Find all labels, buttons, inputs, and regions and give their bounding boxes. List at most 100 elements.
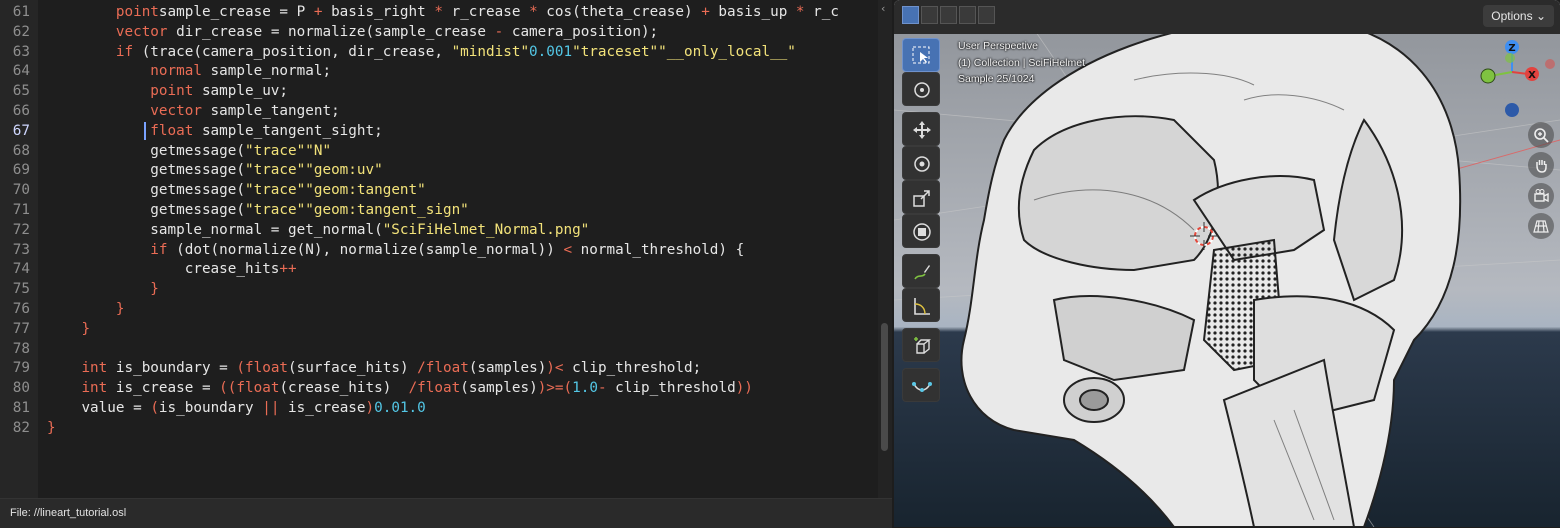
chevron-down-icon: ⌄ [1535, 9, 1546, 23]
code-token: if [150, 241, 168, 258]
code-token: (surface_hits) [288, 360, 418, 377]
code-token: ( [236, 360, 245, 377]
code-text: float sample_tangent_sight; [47, 122, 382, 142]
line-number: 65 [12, 83, 30, 100]
cursor-tool-button[interactable] [902, 72, 940, 106]
grid-icon [1533, 220, 1549, 233]
code-token: getmessage( [150, 162, 245, 179]
camera-view-button[interactable] [1528, 183, 1554, 209]
code-line[interactable]: 67 float sample_tangent_sight; [0, 122, 878, 142]
code-token: clip_threshold; [563, 360, 702, 377]
code-token: sample_uv; [193, 83, 289, 100]
line-number: 78 [12, 340, 30, 357]
code-token: normal [150, 63, 202, 80]
options-label: Options [1491, 9, 1533, 23]
code-token: is_boundary = [107, 360, 237, 377]
transform-icon [913, 223, 931, 241]
selection-mode-buttons [902, 6, 995, 26]
zoom-view-button[interactable] [1528, 122, 1554, 148]
code-line[interactable]: 78 [0, 340, 878, 360]
code-token: if [115, 43, 134, 60]
code-token: getmessage( [150, 202, 245, 218]
code-line[interactable]: 64 normal sample_normal; [0, 62, 878, 82]
pan-view-button[interactable] [1528, 152, 1554, 178]
scrollbar-thumb[interactable] [881, 323, 888, 451]
code-token: sample_crease = P [158, 4, 314, 20]
code-token: r_c [804, 4, 839, 20]
code-text: } [47, 320, 90, 340]
code-text: } [47, 280, 159, 300]
code-line[interactable]: 66 vector sample_tangent; [0, 102, 878, 122]
vertical-scrollbar[interactable] [878, 0, 892, 498]
code-token: sample_normal = get_normal( [150, 221, 383, 238]
select-intersect-icon[interactable] [978, 6, 995, 24]
code-token: / [408, 380, 418, 397]
code-token: "trace" [244, 142, 306, 159]
status-bar: File: //lineart_tutorial.osl [0, 498, 892, 528]
code-line[interactable]: 61 pointsample_crease = P + basis_right … [0, 3, 878, 23]
code-text: int is_crease = ((float(crease_hits) /fl… [47, 379, 753, 399]
code-line[interactable]: 82} [0, 419, 878, 439]
navigation-gizmo[interactable]: Z X [1466, 36, 1558, 128]
line-number: 66 [12, 103, 30, 119]
code-line[interactable]: 74 crease_hits++ [0, 260, 878, 280]
options-dropdown[interactable]: Options ⌄ [1483, 5, 1554, 27]
code-line[interactable]: 72 sample_normal = get_normal("SciFiHelm… [0, 221, 878, 241]
code-line[interactable]: 80 int is_crease = ((float(crease_hits) … [0, 379, 878, 399]
code-line[interactable]: 65 point sample_uv; [0, 82, 878, 102]
camera-icon [1534, 189, 1549, 203]
code-token: ) [546, 360, 555, 377]
line-number: 68 [12, 142, 30, 159]
move-tool-button[interactable] [902, 112, 940, 146]
code-line[interactable]: 71 getmessage("trace""geom:tangent_sign" [0, 201, 878, 221]
perspective-toggle-button[interactable] [1528, 213, 1554, 239]
extrude-curve-tool-button[interactable] [902, 368, 940, 402]
x-axis-label: X [1528, 70, 1536, 81]
code-line[interactable]: 68 getmessage("trace""N" [0, 142, 878, 162]
code-line[interactable]: 62 vector dir_crease = normalize(sample_… [0, 23, 878, 43]
code-area[interactable]: 61 pointsample_crease = P + basis_right … [0, 0, 878, 498]
code-line[interactable]: 77 } [0, 320, 878, 340]
code-token: ++ [279, 261, 297, 278]
scale-tool-button[interactable] [902, 180, 940, 214]
3d-viewport[interactable]: Options ⌄ User Perspective (1) Collectio… [894, 0, 1560, 527]
annotate-tool-button[interactable] [902, 254, 940, 288]
select-subtract-icon[interactable] [940, 6, 957, 24]
transform-tool-button[interactable] [902, 214, 940, 248]
code-token: 0.001 [529, 43, 573, 60]
code-text: sample_normal = get_normal("SciFiHelmet_… [47, 221, 589, 241]
code-line[interactable]: 69 getmessage("trace""geom:uv" [0, 161, 878, 181]
code-line[interactable]: 63 if (trace(camera_position, dir_crease… [0, 43, 878, 63]
code-line[interactable]: 75 } [0, 280, 878, 300]
select-new-icon[interactable] [902, 6, 919, 24]
select-box-tool-button[interactable] [902, 38, 940, 72]
code-token: float [150, 122, 194, 139]
code-token: "geom:tangent" [305, 182, 426, 199]
code-line[interactable]: 70 getmessage("trace""geom:tangent" [0, 181, 878, 201]
move-icon [913, 121, 931, 139]
code-token: float [417, 380, 461, 397]
measure-tool-button[interactable] [902, 288, 940, 322]
add-cube-icon [914, 337, 931, 354]
select-invert-icon[interactable] [959, 6, 976, 24]
code-line[interactable]: 76 } [0, 300, 878, 320]
text-caret [144, 122, 146, 140]
code-token: int [81, 360, 108, 377]
code-token: * [434, 4, 443, 20]
code-token: getmessage( [150, 182, 245, 199]
y-axis-handle [1480, 68, 1496, 84]
rotate-tool-button[interactable] [902, 146, 940, 180]
code-token: ( [150, 400, 159, 416]
code-token: )) [735, 380, 753, 397]
add-cube-tool-button[interactable] [902, 328, 940, 362]
code-line[interactable]: 79 int is_boundary = (float(surface_hits… [0, 359, 878, 379]
line-number: 76 [12, 301, 30, 317]
code-token: float [425, 360, 469, 377]
code-line[interactable]: 73 if (dot(normalize(N), normalize(sampl… [0, 241, 878, 261]
code-token: point [115, 4, 159, 20]
collection-label: (1) Collection | SciFiHelmet [958, 56, 1086, 69]
select-extend-icon[interactable] [921, 6, 938, 24]
line-number: 75 [12, 281, 30, 298]
code-line[interactable]: 81 value = (is_boundary || is_crease)0.0… [0, 399, 878, 419]
collapse-sidebar-icon[interactable]: ‹ [881, 2, 885, 15]
